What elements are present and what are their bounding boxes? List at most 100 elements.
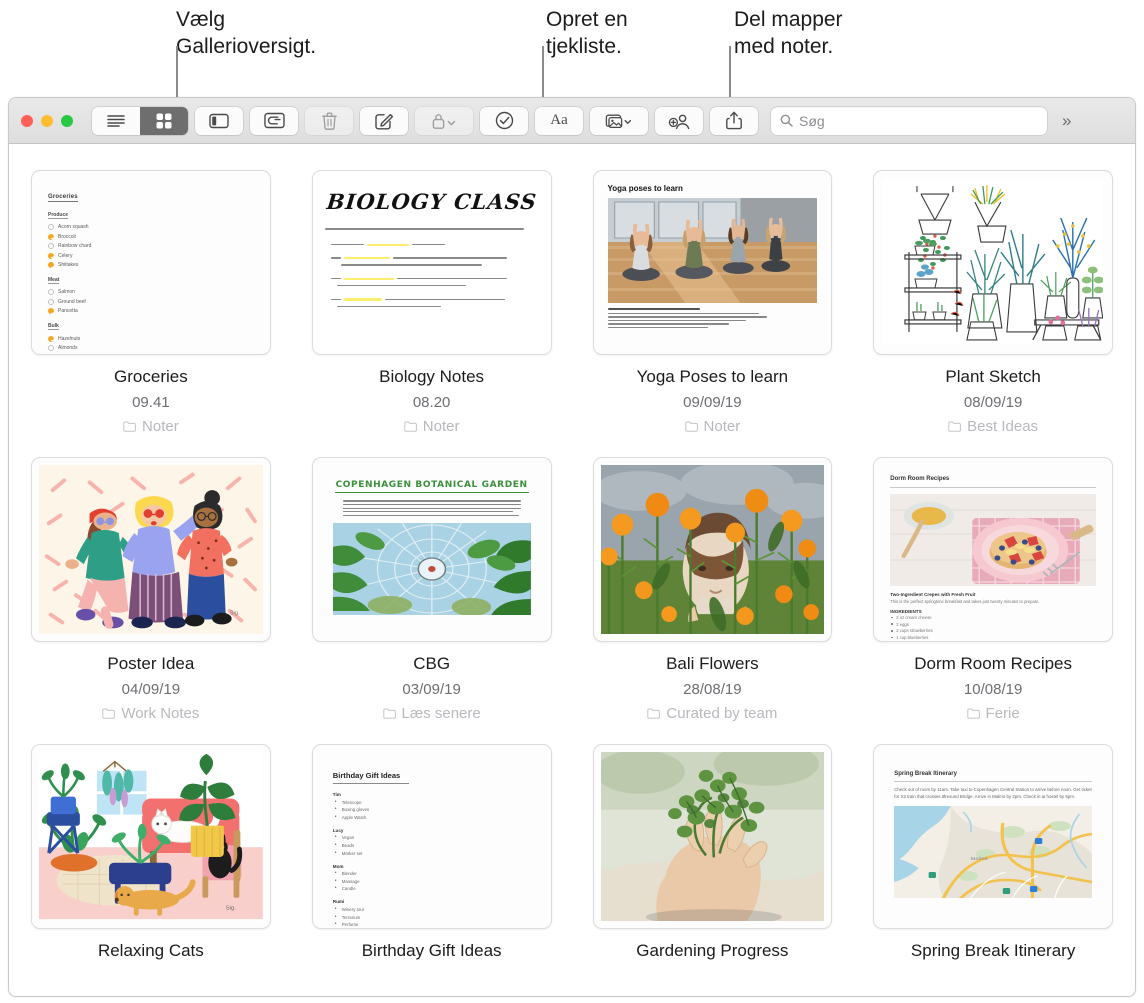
note-card-birthday-gift-ideas[interactable]: Birthday Gift Ideas Tim Telescope Boxing… [312,744,552,961]
search-field[interactable]: Søg [771,107,1047,135]
note-card-gardening-progress[interactable]: Gardening Progress [593,744,833,961]
gift-item: Candle [333,886,531,891]
folder-icon [647,708,660,719]
note-title: Relaxing Cats [98,941,204,961]
format-button[interactable]: Aa [535,107,583,135]
note-card-spring-break-itinerary[interactable]: Spring Break Itinerary Check out of room… [873,744,1113,961]
checklist-item[interactable]: Broccoli [48,234,254,240]
note-thumbnail[interactable]: COPENHAGEN BOTANICAL GARDEN [312,457,552,642]
note-date: 09.41 [132,394,170,411]
checklist-item[interactable]: Ground beef [48,299,254,305]
botanical-preview: COPENHAGEN BOTANICAL GARDEN [313,458,551,641]
note-date: 10/08/19 [964,681,1022,698]
folder-name: Ferie [986,705,1020,722]
sidebar-toggle-button[interactable] [195,107,243,135]
note-thumbnail[interactable]: Sig. [31,457,271,642]
note-date: 09/09/19 [683,394,741,411]
checkbox-checked-icon[interactable] [48,336,54,342]
recipe-subheading: Two-Ingredient Crepes with Fresh Fruit [890,592,1096,597]
checklist-item[interactable]: Acorn squash [48,224,254,230]
attachment-browser-button[interactable] [250,107,298,135]
note-folder: Best Ideas [948,418,1038,435]
folder-name: Curated by team [666,705,777,722]
search-placeholder: Søg [799,113,825,129]
checkbox-checked-icon[interactable] [48,354,54,355]
note-folder: Noter [404,418,460,435]
item-label: Buckwheat [58,354,82,355]
note-thumbnail[interactable]: Yoga poses to learn [593,170,833,355]
note-card-relaxing-cats[interactable]: Sig. Relaxing Cats [31,744,271,961]
note-card-poster-idea[interactable]: Sig. Poster Idea 04/09/19 Work Notes [31,457,271,722]
ingredient-item: 2 eggs [890,622,1096,627]
checkbox-icon[interactable] [48,289,54,295]
crepes-photo [890,494,1096,586]
notes-gallery: Groceries Produce Acorn squash Broccoli … [9,144,1135,961]
checkbox-checked-icon[interactable] [48,262,54,268]
folder-name: Noter [423,418,460,435]
note-date: 08/09/19 [964,394,1022,411]
checklist-item[interactable]: Hazelnuts [48,336,254,342]
note-title: Groceries [114,367,188,387]
note-card-bali-flowers[interactable]: Bali Flowers 28/08/19 Curated by team [593,457,833,722]
room-illustration: Sig. [39,752,263,921]
delete-note-button[interactable] [305,107,353,135]
note-folder: Ferie [967,705,1020,722]
view-switcher [92,107,188,135]
format-label: Aa [550,112,568,129]
minimize-button[interactable] [41,115,53,127]
zoom-button[interactable] [61,115,73,127]
checkbox-icon[interactable] [48,224,54,230]
note-card-groceries[interactable]: Groceries Produce Acorn squash Broccoli … [31,170,271,435]
gift-group-name: Rumi [333,899,531,904]
note-thumbnail[interactable] [593,457,833,642]
note-thumbnail[interactable]: Dorm Room Recipes [873,457,1113,642]
gift-list-preview: Birthday Gift Ideas Tim Telescope Boxing… [313,745,551,928]
note-card-biology-notes[interactable]: BIOLOGY CLASS [312,170,552,435]
note-folder: Læs senere [383,705,481,722]
checkbox-checked-icon[interactable] [48,308,54,314]
lock-note-button[interactable] [415,107,473,135]
note-folder: Curated by team [647,705,777,722]
gift-item: Winery tour [333,907,531,912]
note-thumbnail[interactable] [593,744,833,929]
checklist-item[interactable]: Salmon [48,289,254,295]
gift-item: Massage [333,879,531,884]
svg-text:Malmö: Malmö [971,857,988,862]
list-view-button[interactable] [92,107,140,135]
checkbox-icon[interactable] [48,243,54,249]
share-button[interactable] [710,107,758,135]
checklist-item[interactable]: Rainbow chard [48,243,254,249]
toolbar: Aa [9,98,1135,144]
itinerary-body: Check out of room by 11am. Take taxi to … [894,787,1092,801]
checklist-section: Produce Acorn squash Broccoli Rainbow ch… [48,203,254,268]
note-card-plant-sketch[interactable]: Plant Sketch 08/09/19 Best Ideas [873,170,1113,435]
checkbox-icon[interactable] [48,345,54,351]
checkbox-checked-icon[interactable] [48,253,54,259]
compose-note-button[interactable] [360,107,408,135]
note-card-dorm-room-recipes[interactable]: Dorm Room Recipes [873,457,1113,722]
section-name: Bulk [48,323,59,330]
note-title: Plant Sketch [945,367,1040,387]
poster-illustration: Sig. [39,465,263,634]
checklist-item[interactable]: Almonds [48,345,254,351]
media-button[interactable] [590,107,648,135]
note-card-yoga-poses[interactable]: Yoga poses to learn [593,170,833,435]
checklist-item[interactable]: Buckwheat [48,354,254,355]
handwriting-subheading-strokes [325,228,539,230]
checkbox-checked-icon[interactable] [48,234,54,240]
gallery-view-button[interactable] [140,107,188,135]
checklist-button[interactable] [480,107,528,135]
checkbox-icon[interactable] [48,299,54,305]
ingredients-label: INGREDIENTS [890,609,1096,614]
note-thumbnail[interactable]: Sig. [31,744,271,929]
close-button[interactable] [21,115,33,127]
note-thumbnail[interactable]: Spring Break Itinerary Check out of room… [873,744,1113,929]
note-thumbnail[interactable]: Birthday Gift Ideas Tim Telescope Boxing… [312,744,552,929]
note-card-cbg[interactable]: COPENHAGEN BOTANICAL GARDEN [312,457,552,722]
note-thumbnail[interactable]: Groceries Produce Acorn squash Broccoli … [31,170,271,355]
note-thumbnail[interactable] [873,170,1113,355]
share-folder-button[interactable] [655,107,703,135]
checklist-item[interactable]: Celery [48,253,254,259]
note-thumbnail[interactable]: BIOLOGY CLASS [312,170,552,355]
toolbar-overflow-button[interactable]: » [1062,111,1069,131]
